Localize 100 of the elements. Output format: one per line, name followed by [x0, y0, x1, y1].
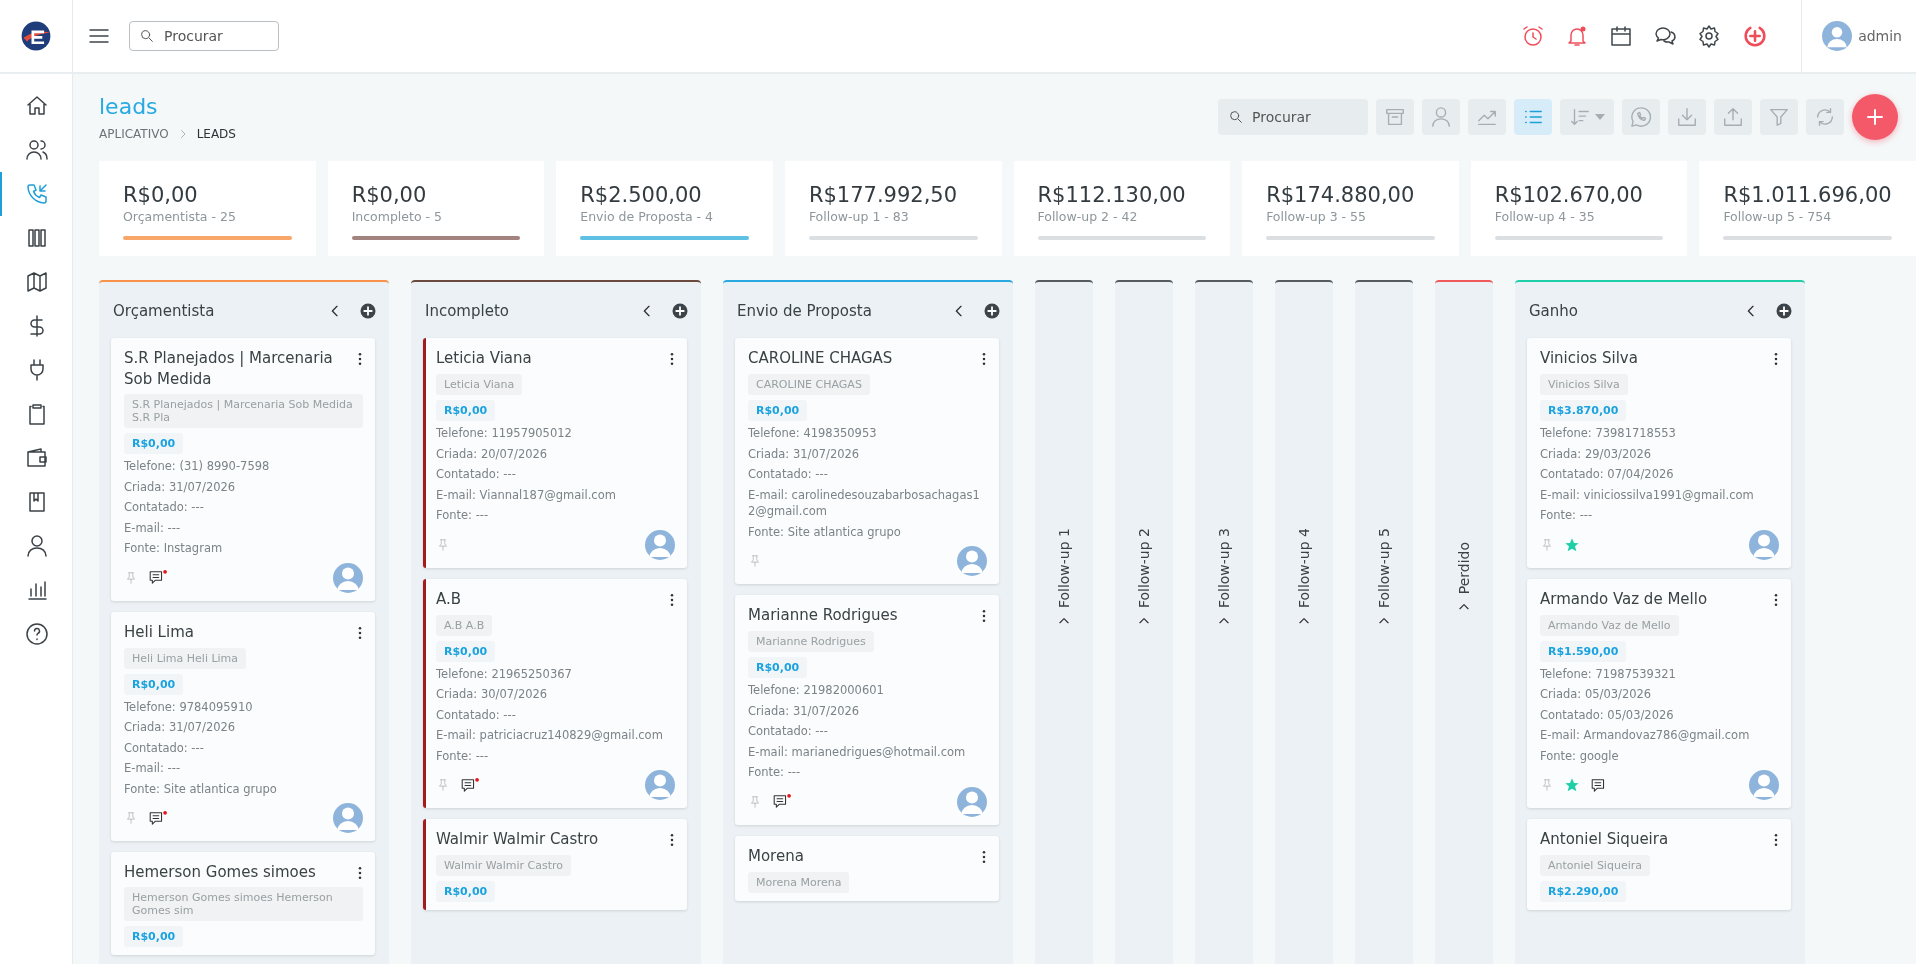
stat-label: Incompleto - 5: [351, 209, 443, 224]
columns-icon: [25, 226, 49, 250]
lead-card[interactable]: Leticia Viana Leticia Viana R$0,00 Telefone: 11957905012 Criada: 20/07/2026 Contatado: --- E-mail: Viannal187@gmail.com Fonte: ---: [423, 338, 687, 568]
more-icon[interactable]: [357, 624, 363, 641]
lead-detail: Contatado: ---: [436, 706, 517, 723]
lead-tag: A.B A.B: [436, 614, 493, 636]
lead-name: Heli Lima: [124, 621, 195, 643]
lead-detail: Criada: 31/07/2026: [748, 702, 861, 719]
lead-value: R$0,00: [436, 640, 496, 662]
lead-detail: Telefone: 11957905012: [436, 425, 573, 442]
comment-icon[interactable]: [148, 809, 168, 827]
add-button[interactable]: [1852, 94, 1898, 140]
more-icon[interactable]: [1773, 591, 1779, 608]
lead-tag: Morena Morena: [748, 871, 850, 893]
comment-icon[interactable]: [148, 569, 168, 586]
lead-card[interactable]: A.B A.B A.B R$0,00 Telefone: 21965250367 Criada: 30/07/2026 Contatado: --- E-mail: patriciacruz140829@gmail.com Fonte: ---: [423, 578, 687, 808]
more-icon[interactable]: [669, 351, 675, 367]
collapsed-column[interactable]: Follow-up 2: [1115, 280, 1173, 964]
chat-icon[interactable]: [1653, 24, 1678, 48]
user-name[interactable]: admin: [1858, 28, 1902, 44]
more-icon[interactable]: [357, 865, 363, 881]
lead-value: R$0,00: [124, 433, 184, 454]
star-icon[interactable]: [1564, 536, 1580, 553]
add-circle-icon[interactable]: [359, 302, 377, 320]
star-icon[interactable]: [1564, 777, 1580, 793]
lead-detail: E-mail: carolinedesouzabarbosachagas12@gmail.com: [748, 486, 981, 520]
more-icon[interactable]: [981, 608, 987, 624]
lead-card[interactable]: Walmir Walmir Castro Walmir Walmir Castro R$0,00: [423, 819, 687, 910]
stat-label: Orçamentista - 25: [123, 209, 237, 224]
comment-icon[interactable]: [772, 793, 792, 810]
stat-label: Follow-up 3 - 55: [1266, 209, 1367, 224]
column-title[interactable]: Follow-up 5: [1376, 527, 1392, 609]
column-title[interactable]: Follow-up 1: [1056, 527, 1072, 609]
refresh-icon: [1814, 106, 1836, 128]
search-field[interactable]: Procurar: [129, 21, 279, 51]
filter-icon: [1768, 106, 1790, 128]
lead-tag: Antoniel Siqueira: [1540, 855, 1650, 876]
collapsed-column[interactable]: Perdido: [1435, 280, 1493, 964]
stat-value: R$112.130,00: [1037, 183, 1187, 207]
lead-name: Hemerson Gomes simoes: [124, 862, 317, 883]
more-icon[interactable]: [981, 351, 987, 367]
lead-card[interactable]: Heli Lima Heli Lima Heli Lima R$0,00 Telefone: 9784095910 Criada: 31/07/2026 Contatado: --- E-mail: --- Fonte: Site atlantica grupo: [111, 611, 375, 841]
alarm-clock-icon[interactable]: [1521, 24, 1546, 48]
whatsapp-icon: [1630, 106, 1652, 128]
lead-card[interactable]: Armando Vaz de Mello Armando Vaz de Mello R$1.590,00 Telefone: 71987539321 Criada: 05/03/2026 Contatado: 05/03/2026 E-mail: Armandovaz786@gmail.com Fonte: google: [1527, 578, 1791, 808]
column-title[interactable]: Follow-up 3: [1216, 527, 1232, 609]
more-icon[interactable]: [1773, 351, 1779, 367]
calendar-icon[interactable]: [1609, 24, 1634, 48]
user-icon: [25, 534, 49, 558]
breadcrumb-item[interactable]: APLICATIVO: [99, 127, 169, 141]
collapsed-column[interactable]: Follow-up 3: [1195, 280, 1253, 964]
lead-detail: Fonte: Site atlantica grupo: [748, 523, 902, 540]
lead-detail: E-mail: viniciossilva1991@gmail.com: [1540, 486, 1755, 503]
lead-value: R$0,00: [436, 400, 496, 421]
column-title[interactable]: Follow-up 2: [1136, 527, 1152, 609]
lead-value: R$0,00: [436, 881, 496, 902]
more-icon[interactable]: [669, 832, 675, 848]
lead-detail: Criada: 20/07/2026: [436, 445, 549, 462]
collapsed-column[interactable]: Follow-up 1: [1035, 280, 1093, 964]
page-title: leads: [99, 94, 159, 119]
stat-value: R$0,00: [351, 183, 428, 207]
stat-value: R$1.011.696,00: [1723, 183, 1893, 207]
lead-tag: Vinicios Silva: [1540, 374, 1628, 395]
lead-card[interactable]: Morena Morena Morena: [735, 835, 999, 901]
stat-value: R$2.500,00: [580, 183, 703, 207]
more-icon[interactable]: [357, 351, 363, 367]
lead-card[interactable]: Vinicios Silva Vinicios Silva R$3.870,00 Telefone: 73981718553 Criada: 29/03/2026 Contatado: 07/04/2026 E-mail: viniciossilva1991@gmail.com Fonte: ---: [1527, 338, 1791, 568]
lead-card[interactable]: Hemerson Gomes simoes Hemerson Gomes simoes Hemerson Gomes sim R$0,00: [111, 852, 375, 955]
lead-detail: Telefone: 4198350953: [748, 425, 878, 442]
more-icon[interactable]: [981, 848, 987, 865]
lead-card[interactable]: Marianne Rodrigues Marianne Rodrigues R$0,00 Telefone: 21982000601 Criada: 31/07/2026 Contatado: --- E-mail: marianedrigues@hotmail.com Fonte: ---: [735, 595, 999, 825]
column-title[interactable]: Follow-up 4: [1296, 527, 1312, 609]
more-icon[interactable]: [1773, 832, 1779, 848]
lead-value: R$0,00: [124, 926, 184, 947]
more-icon[interactable]: [669, 591, 675, 608]
search-field[interactable]: Procurar: [1218, 99, 1368, 135]
lead-name: A.B: [436, 588, 463, 610]
lead-detail: Fonte: ---: [748, 764, 802, 781]
breadcrumb-item: LEADS: [196, 127, 236, 141]
comment-icon[interactable]: [460, 776, 480, 794]
collapsed-column[interactable]: Follow-up 5: [1355, 280, 1413, 964]
lead-detail: Criada: 31/07/2026: [124, 478, 237, 495]
lead-card[interactable]: Antoniel Siqueira Antoniel Siqueira R$2.290,00: [1527, 819, 1791, 910]
lead-detail: Telefone: (31) 8990-7598: [124, 458, 271, 475]
lead-card[interactable]: S.R Planejados | Marcenaria Sob Medida S.R Planejados | Marcenaria Sob Medida S.R Pla R$0,00 Telefone: (31) 8990-7598 Criada: 31/07/2026 Contatado: --- E-mail: --- Fonte: Instagram: [111, 338, 375, 601]
stat-label: Envio de Proposta - 4: [580, 209, 715, 224]
add-circle-icon[interactable]: [671, 302, 689, 320]
settings-icon[interactable]: [1697, 24, 1722, 48]
add-circle-icon[interactable]: [1775, 302, 1793, 320]
collapsed-column[interactable]: Follow-up 4: [1275, 280, 1333, 964]
user-icon: [1430, 106, 1452, 128]
stat-label: Follow-up 1 - 83: [808, 209, 910, 224]
lead-detail: Telefone: 21965250367: [436, 665, 573, 682]
lead-value: R$0,00: [748, 400, 808, 421]
lead-detail: Contatado: 05/03/2026: [1540, 706, 1675, 723]
lead-detail: E-mail: Armandovaz786@gmail.com: [1540, 727, 1751, 744]
add-circle-icon[interactable]: [983, 302, 1001, 320]
column-title[interactable]: Perdido: [1456, 541, 1472, 595]
lead-card[interactable]: CAROLINE CHAGAS CAROLINE CHAGAS R$0,00 Telefone: 4198350953 Criada: 31/07/2026 Contatado: --- E-mail: carolinedesouzabarbosachagas12@gmail.com Fonte: Site atlantica grupo: [735, 338, 999, 584]
lead-detail: Telefone: 21982000601: [748, 682, 885, 699]
